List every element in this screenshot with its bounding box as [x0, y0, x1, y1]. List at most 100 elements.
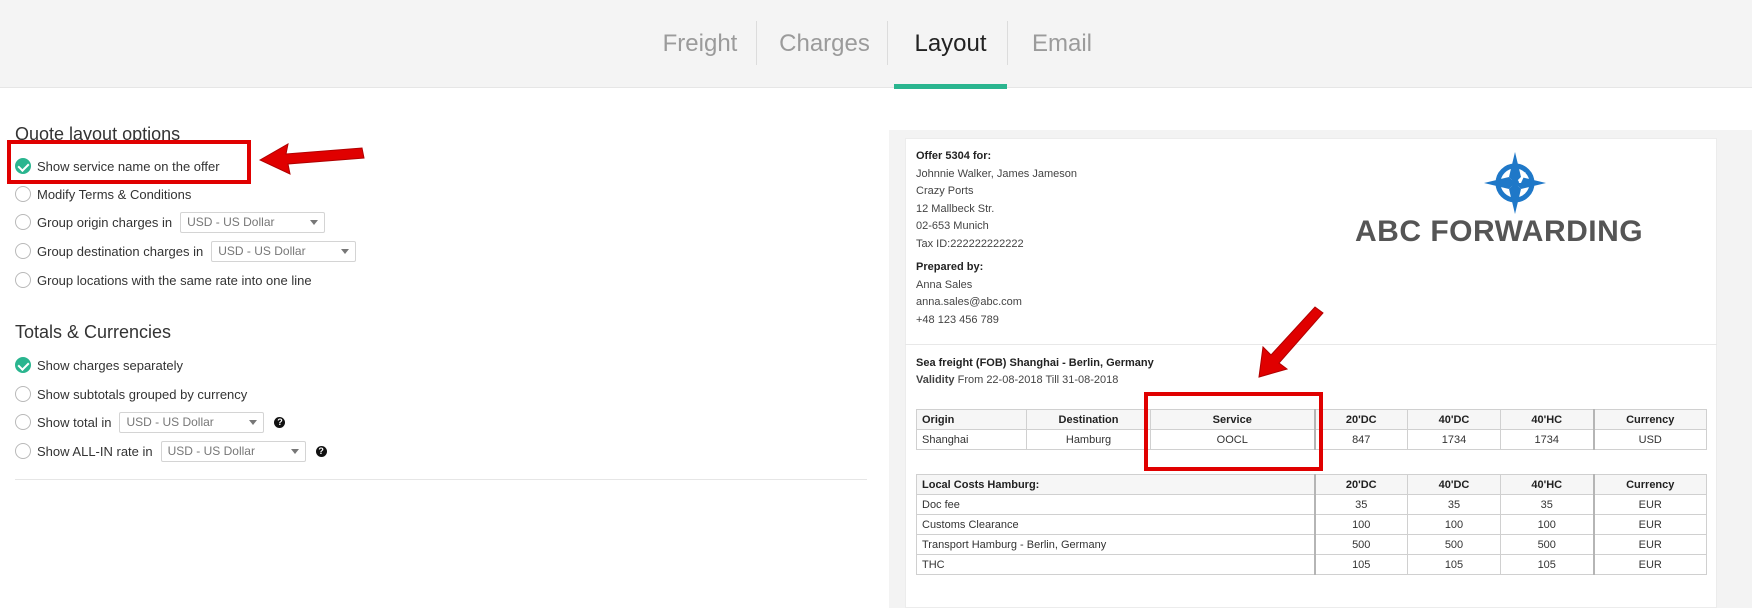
tab-freight[interactable]: Freight: [650, 0, 750, 88]
table-cell: EUR: [1592, 494, 1707, 515]
radio-button[interactable]: [15, 414, 31, 430]
table-cell: Transport Hamburg - Berlin, Germany: [916, 534, 1315, 555]
select-value: USD - US Dollar: [187, 215, 275, 229]
chevron-down-icon: [290, 448, 299, 454]
option-label: Show total in: [37, 414, 112, 430]
client-line: 02-653 Munich: [916, 220, 989, 232]
table-cell: EUR: [1592, 534, 1707, 555]
tab-divider: [1007, 21, 1008, 65]
table-cell: 35: [1313, 494, 1408, 515]
tab-divider: [756, 21, 757, 65]
option-group-locations[interactable]: Group locations with the same rate into …: [15, 269, 312, 291]
table-cell: 500: [1407, 534, 1501, 555]
option-label: Show charges separately: [37, 357, 183, 373]
table-cell: 1734: [1500, 429, 1594, 450]
radio-button[interactable]: [15, 243, 31, 259]
annotation-arrow: [258, 143, 365, 175]
table-cell: Doc fee: [916, 494, 1315, 515]
option-label: Group locations with the same rate into …: [37, 272, 312, 288]
table-cell: 100: [1500, 514, 1594, 535]
active-tab-indicator: [894, 84, 1007, 89]
totals-title: Totals & Currencies: [15, 322, 172, 342]
table-header: Local Costs Hamburg:: [916, 474, 1315, 495]
tab-email[interactable]: Email: [1022, 0, 1102, 88]
table-header: Currency: [1592, 409, 1707, 430]
validity-line: Validity From 22-08-2018 Till 31-08-2018: [916, 374, 1118, 386]
check-icon[interactable]: [15, 357, 31, 373]
table-cell: EUR: [1592, 514, 1707, 535]
table-row: Doc fee 35 35 35 EUR: [916, 494, 1707, 515]
option-show-subtotals[interactable]: Show subtotals grouped by currency: [15, 383, 247, 405]
validity-label: Validity: [916, 374, 955, 386]
option-show-all-in[interactable]: Show ALL-IN rate in USD - US Dollar ?: [15, 440, 327, 462]
table-header-row: Local Costs Hamburg: 20'DC 40'DC 40'HC C…: [916, 474, 1707, 495]
table-cell: 105: [1407, 554, 1501, 575]
option-show-total[interactable]: Show total in USD - US Dollar ?: [15, 411, 286, 433]
annotation-arrow: [1258, 306, 1324, 378]
offer-for-label: Offer 5304 for:: [916, 150, 992, 162]
table-cell: 100: [1313, 514, 1408, 535]
table-row: Customs Clearance 100 100 100 EUR: [916, 514, 1707, 535]
annotation-highlight-box: [7, 140, 251, 184]
chevron-down-icon: [249, 419, 258, 425]
prepared-by-label: Prepared by:: [916, 261, 984, 273]
table-cell: 500: [1313, 534, 1408, 555]
radio-button[interactable]: [15, 443, 31, 459]
route-title: Sea freight (FOB) Shanghai - Berlin, Ger…: [916, 357, 1154, 369]
option-show-charges-separately[interactable]: Show charges separately: [15, 354, 183, 376]
table-header: 40'HC: [1500, 474, 1594, 495]
table-cell: 105: [1500, 554, 1594, 575]
prepared-line: anna.sales@abc.com: [916, 296, 1022, 308]
option-label: Show subtotals grouped by currency: [37, 386, 248, 402]
table-header: 40'DC: [1407, 409, 1501, 430]
table-header: 40'HC: [1500, 409, 1594, 430]
table-cell: 1734: [1407, 429, 1501, 450]
option-group-origin[interactable]: Group origin charges in USD - US Dollar: [15, 211, 326, 233]
help-icon[interactable]: ?: [315, 445, 327, 457]
origin-currency-select[interactable]: USD - US Dollar: [180, 211, 326, 233]
table-header: Origin: [916, 409, 1027, 430]
option-label: Group origin charges in: [37, 214, 173, 230]
table-cell: USD: [1592, 429, 1707, 450]
destination-currency-select[interactable]: USD - US Dollar: [211, 240, 357, 262]
table-cell: Customs Clearance: [916, 514, 1315, 535]
client-line: Johnnie Walker, James Jameson: [916, 168, 1077, 180]
total-currency-select[interactable]: USD - US Dollar: [119, 411, 265, 433]
tab-layout[interactable]: Layout: [898, 0, 1003, 88]
table-header: 20'DC: [1313, 474, 1408, 495]
select-value: USD - US Dollar: [218, 244, 306, 258]
chevron-down-icon: [341, 248, 350, 254]
table-cell: 847: [1313, 429, 1408, 450]
client-line: Tax ID:222222222222: [916, 238, 1024, 250]
table-cell: EUR: [1592, 554, 1707, 575]
chevron-down-icon: [310, 219, 319, 225]
table-cell: Hamburg: [1026, 429, 1151, 450]
prepared-line: Anna Sales: [916, 279, 973, 291]
option-modify-terms[interactable]: Modify Terms & Conditions: [15, 183, 191, 205]
table-header: Currency: [1592, 474, 1707, 495]
select-value: USD - US Dollar: [126, 415, 214, 429]
company-logo-text: ABC FORWARDING: [1355, 215, 1644, 248]
radio-button[interactable]: [15, 214, 31, 230]
table-cell: 100: [1407, 514, 1501, 535]
prepared-line: +48 123 456 789: [916, 314, 999, 326]
radio-button[interactable]: [15, 186, 31, 202]
table-cell: 35: [1407, 494, 1501, 515]
table-header: 40'DC: [1407, 474, 1501, 495]
table-header: 20'DC: [1313, 409, 1408, 430]
option-label: Show ALL-IN rate in: [37, 443, 153, 459]
radio-button[interactable]: [15, 272, 31, 288]
local-costs-table: Local Costs Hamburg: 20'DC 40'DC 40'HC C…: [916, 474, 1707, 575]
compass-logo-icon: [1484, 152, 1546, 214]
option-group-destination[interactable]: Group destination charges in USD - US Do…: [15, 240, 357, 262]
table-cell: Shanghai: [916, 429, 1027, 450]
select-value: USD - US Dollar: [167, 444, 255, 458]
table-cell: 35: [1500, 494, 1594, 515]
table-cell: THC: [916, 554, 1315, 575]
help-icon[interactable]: ?: [274, 416, 286, 428]
tab-charges[interactable]: Charges: [776, 0, 873, 88]
all-in-currency-select[interactable]: USD - US Dollar: [160, 440, 306, 462]
radio-button[interactable]: [15, 386, 31, 402]
client-line: Crazy Ports: [916, 185, 974, 197]
table-cell: 105: [1313, 554, 1408, 575]
